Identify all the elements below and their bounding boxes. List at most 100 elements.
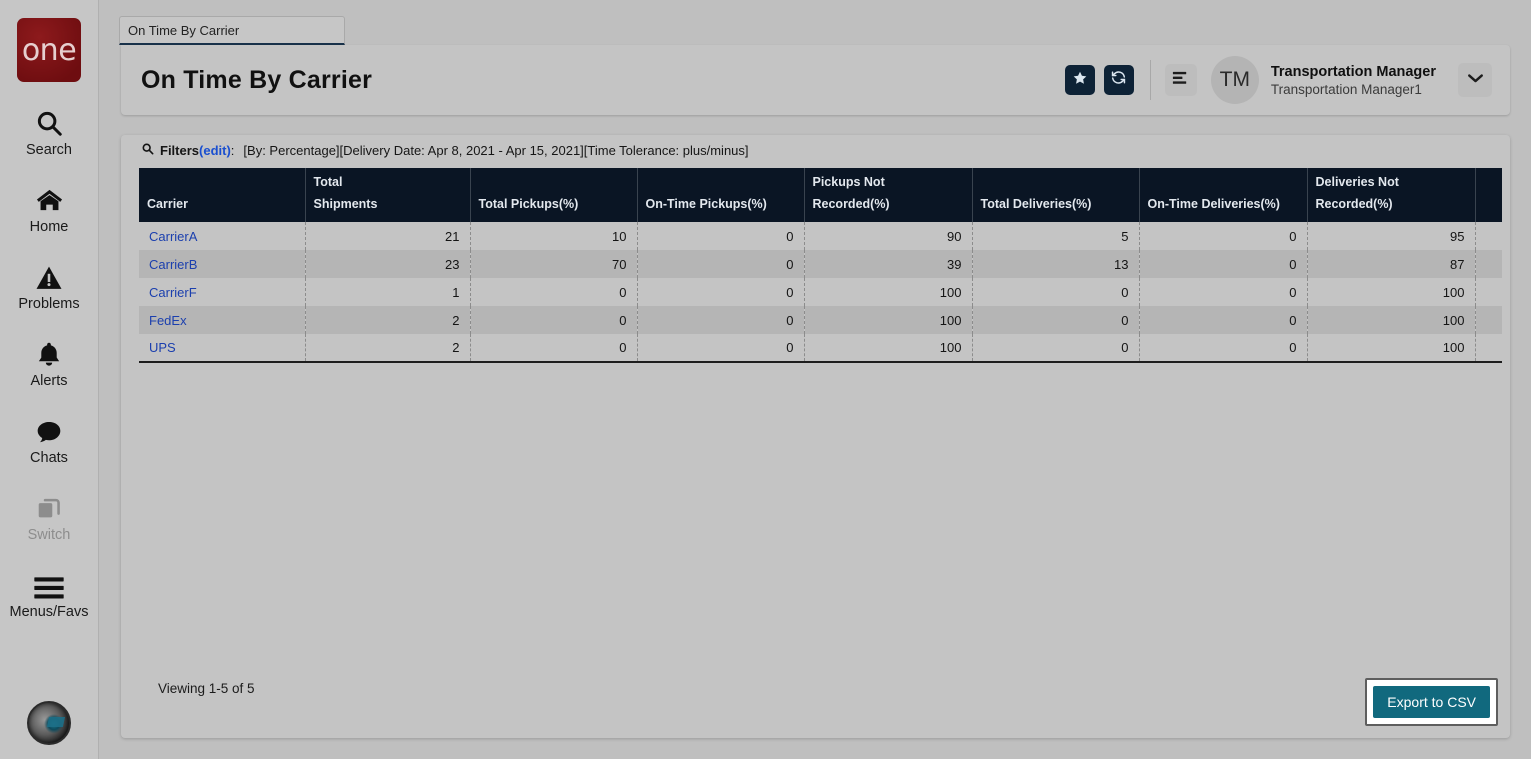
cell-deliveries-not-recorded: 100 [1307,278,1476,306]
cell-pickups-not-recorded: 100 [804,334,973,363]
cell-deliveries-not-recorded: 87 [1307,250,1476,278]
cell-total-shipments: 21 [305,222,471,250]
cell-on-time-deliveries: 0 [1139,278,1308,306]
favorite-button[interactable] [1064,65,1095,95]
cell-total-deliveries: 0 [972,334,1140,363]
sidebar-item-home[interactable]: Home [0,181,99,236]
cell-pickups-not-recorded: 39 [804,250,973,278]
cell-carrier[interactable]: FedEx [139,306,306,334]
cell-carrier[interactable]: CarrierB [139,250,306,278]
cell-on-time-deliveries: 0 [1139,250,1308,278]
search-icon [141,142,154,158]
avatar[interactable] [27,701,71,745]
on-time-by-carrier-table: Carrier Total Shipments Total Pickups(%)… [139,168,1502,363]
cell-total-pickups: 0 [470,334,638,363]
column-header-total-deliveries[interactable]: Total Deliveries(%) [972,168,1140,222]
app-root: one Search Home Problems Alerts Chats Sw… [0,0,1531,759]
table-row[interactable]: CarrierA 21 10 0 90 5 0 95 [139,222,1502,250]
cell-on-time-pickups: 0 [637,278,805,306]
table-row[interactable]: CarrierB 23 70 0 39 13 0 87 [139,250,1502,278]
table-row[interactable]: FedEx 2 0 0 100 0 0 100 [139,306,1502,334]
cell-spacer [1475,334,1502,363]
sidebar-item-switch[interactable]: Switch [0,489,99,544]
brand-logo-text: one [21,32,77,68]
cell-on-time-pickups: 0 [637,222,805,250]
home-icon [34,181,65,215]
cell-total-deliveries: 0 [972,306,1140,334]
cell-total-pickups: 10 [470,222,638,250]
sidebar-item-menus-favs[interactable]: Menus/Favs [0,566,99,621]
cell-on-time-deliveries: 0 [1139,334,1308,363]
column-header-pickups-not-recorded[interactable]: Pickups Not Recorded(%) [804,168,973,222]
table-row[interactable]: CarrierF 1 0 0 100 0 0 100 [139,278,1502,306]
filters-edit-link[interactable]: (edit) [199,143,231,158]
cell-on-time-pickups: 0 [637,306,805,334]
cell-total-deliveries: 13 [972,250,1140,278]
cell-pickups-not-recorded: 90 [804,222,973,250]
left-sidebar: one Search Home Problems Alerts Chats Sw… [0,0,99,759]
hamburger-icon [33,566,65,600]
column-header-on-time-pickups[interactable]: On-Time Pickups(%) [637,168,805,222]
cell-total-deliveries: 5 [972,222,1140,250]
brand-logo[interactable]: one [17,18,81,82]
header-divider [1149,60,1151,100]
column-header-on-time-deliveries[interactable]: On-Time Deliveries(%) [1139,168,1308,222]
sidebar-item-label: Switch [27,527,71,543]
page-header: On Time By Carrier TM Transportation Man… [121,45,1510,115]
star-icon [1072,70,1088,91]
table-header: Carrier Total Shipments Total Pickups(%)… [139,168,1502,222]
cell-spacer [1475,278,1502,306]
cell-total-pickups: 70 [470,250,638,278]
user-menu-button[interactable] [1458,63,1492,97]
viewing-count: Viewing 1-5 of 5 [158,681,255,696]
search-icon [34,104,64,138]
user-subtitle: Transportation Manager1 [1270,81,1422,97]
cell-total-pickups: 0 [470,306,638,334]
page-title: On Time By Carrier [141,65,373,94]
sidebar-item-label: Alerts [30,373,68,389]
cell-total-shipments: 1 [305,278,471,306]
sidebar-item-label: Menus/Favs [9,604,89,620]
filters-bar: Filters (edit) : [By: Percentage][Delive… [121,135,1510,165]
sidebar-item-problems[interactable]: Problems [0,258,99,313]
user-avatar-initials[interactable]: TM [1210,56,1259,104]
tab-label: On Time By Carrier [128,22,240,38]
cell-deliveries-not-recorded: 100 [1307,334,1476,363]
filters-criteria: [By: Percentage][Delivery Date: Apr 8, 2… [243,142,749,158]
table-body: CarrierA 21 10 0 90 5 0 95 CarrierB 23 7… [139,222,1502,363]
column-header-deliveries-not-recorded[interactable]: Deliveries Not Recorded(%) [1307,168,1476,222]
warning-icon [34,258,64,292]
column-header-total-shipments[interactable]: Total Shipments [305,168,471,222]
results-grid: Carrier Total Shipments Total Pickups(%)… [139,168,1502,363]
sidebar-item-chats[interactable]: Chats [0,412,99,467]
tab-on-time-by-carrier[interactable]: On Time By Carrier [119,16,345,45]
cell-total-pickups: 0 [470,278,638,306]
bell-icon [35,335,63,369]
list-view-button[interactable] [1164,64,1197,96]
sidebar-item-alerts[interactable]: Alerts [0,335,99,390]
sidebar-item-label: Problems [18,296,80,312]
export-to-csv-button[interactable]: Export to CSV [1373,686,1490,718]
cell-on-time-deliveries: 0 [1139,222,1308,250]
sidebar-item-label: Chats [30,450,68,466]
cell-spacer [1475,306,1502,334]
table-header-row: Carrier Total Shipments Total Pickups(%)… [139,168,1502,222]
column-header-total-pickups[interactable]: Total Pickups(%) [470,168,638,222]
cell-pickups-not-recorded: 100 [804,306,973,334]
header-actions [1064,65,1134,95]
sidebar-item-label: Search [26,142,72,158]
sidebar-item-search[interactable]: Search [0,104,99,159]
filters-colon: : [230,142,235,158]
refresh-button[interactable] [1103,65,1134,95]
user-info: Transportation Manager Transportation Ma… [1271,63,1436,98]
column-header-spacer [1475,168,1502,222]
list-icon [1171,70,1190,91]
cell-carrier[interactable]: CarrierF [139,278,306,306]
column-header-carrier[interactable]: Carrier [139,168,306,222]
cell-carrier[interactable]: CarrierA [139,222,306,250]
report-panel: Filters (edit) : [By: Percentage][Delive… [121,135,1510,738]
cell-total-shipments: 2 [305,306,471,334]
cell-carrier[interactable]: UPS [139,334,306,363]
table-row[interactable]: UPS 2 0 0 100 0 0 100 [139,334,1502,363]
cell-on-time-pickups: 0 [637,250,805,278]
